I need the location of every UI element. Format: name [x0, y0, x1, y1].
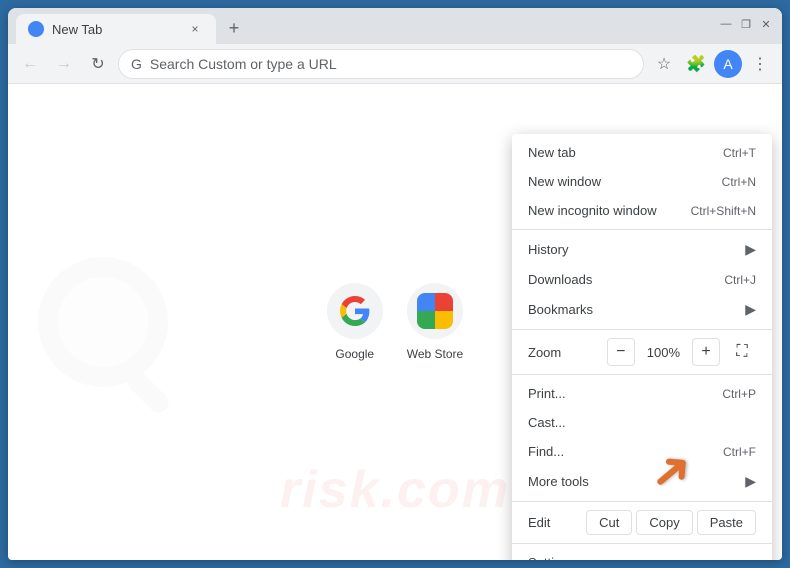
shortcuts-container: Google Web Store — [327, 283, 463, 361]
toolbar-icons: ☆ 🧩 A ⋮ — [650, 50, 774, 78]
zoom-minus-button[interactable]: − — [607, 338, 635, 366]
cut-button[interactable]: Cut — [586, 510, 632, 535]
refresh-button[interactable]: ↻ — [84, 50, 112, 78]
menu-item-find-shortcut: Ctrl+F — [723, 445, 756, 459]
menu-item-new-window-shortcut: Ctrl+N — [722, 175, 756, 189]
menu-button[interactable]: ⋮ — [746, 50, 774, 78]
separator-5 — [512, 543, 772, 544]
extensions-button[interactable]: 🧩 — [682, 50, 710, 78]
webstore-shortcut-icon — [407, 283, 463, 339]
menu-item-downloads-label: Downloads — [528, 272, 708, 287]
separator-1 — [512, 229, 772, 230]
menu-item-print-shortcut: Ctrl+P — [722, 387, 756, 401]
menu-item-print-label: Print... — [528, 386, 706, 401]
menu-item-new-tab[interactable]: New tab Ctrl+T — [512, 138, 772, 167]
separator-4 — [512, 501, 772, 502]
menu-item-settings[interactable]: Settings — [512, 548, 772, 560]
browser-window: New Tab × + — ❐ ✕ ← → ↻ G Search Custom … — [8, 8, 782, 560]
watermark-magnifier — [38, 257, 168, 387]
bookmark-button[interactable]: ☆ — [650, 50, 678, 78]
menu-item-downloads-shortcut: Ctrl+J — [724, 273, 756, 287]
menu-item-incognito-label: New incognito window — [528, 203, 675, 218]
omnibox-text: Search Custom or type a URL — [150, 56, 631, 72]
window-controls: — ❐ ✕ — [718, 16, 774, 32]
watermark-text: risk.com — [280, 460, 510, 520]
separator-3 — [512, 374, 772, 375]
menu-item-new-tab-label: New tab — [528, 145, 707, 160]
tab-title: New Tab — [52, 22, 178, 37]
omnibox[interactable]: G Search Custom or type a URL — [118, 49, 644, 79]
shortcut-google-label: Google — [335, 347, 374, 361]
menu-item-new-tab-shortcut: Ctrl+T — [723, 146, 756, 160]
google-icon: G — [131, 56, 142, 72]
separator-2 — [512, 329, 772, 330]
profile-button[interactable]: A — [714, 50, 742, 78]
menu-item-print[interactable]: Print... Ctrl+P — [512, 379, 772, 408]
menu-item-more-tools[interactable]: More tools ▶ — [512, 466, 772, 497]
shortcut-google[interactable]: Google — [327, 283, 383, 361]
maximize-button[interactable]: ❐ — [738, 16, 754, 32]
close-button[interactable]: ✕ — [758, 16, 774, 32]
menu-item-settings-label: Settings — [528, 555, 756, 560]
browser-tab[interactable]: New Tab × — [16, 14, 216, 44]
history-arrow-icon: ▶ — [745, 241, 756, 258]
zoom-value: 100% — [635, 345, 692, 360]
menu-item-more-tools-label: More tools — [528, 474, 737, 489]
title-bar: New Tab × + — ❐ ✕ — [8, 8, 782, 44]
menu-item-zoom: Zoom − 100% + ⛶ — [512, 334, 772, 370]
page-content: risk.com R Google — [8, 84, 782, 560]
tab-favicon — [28, 21, 44, 37]
menu-item-cast[interactable]: Cast... — [512, 408, 772, 437]
menu-item-incognito[interactable]: New incognito window Ctrl+Shift+N — [512, 196, 772, 225]
minimize-button[interactable]: — — [718, 16, 734, 32]
bookmarks-arrow-icon: ▶ — [745, 301, 756, 318]
more-tools-arrow-icon: ▶ — [745, 473, 756, 490]
menu-item-bookmarks-label: Bookmarks — [528, 302, 737, 317]
menu-item-downloads[interactable]: Downloads Ctrl+J — [512, 265, 772, 294]
menu-item-new-window-label: New window — [528, 174, 706, 189]
edit-label: Edit — [528, 515, 582, 530]
back-button[interactable]: ← — [16, 50, 44, 78]
browser-toolbar: ← → ↻ G Search Custom or type a URL ☆ 🧩 … — [8, 44, 782, 84]
google-shortcut-icon — [327, 283, 383, 339]
forward-button[interactable]: → — [50, 50, 78, 78]
menu-item-edit: Edit Cut Copy Paste — [512, 506, 772, 539]
paste-button[interactable]: Paste — [697, 510, 756, 535]
context-menu: New tab Ctrl+T New window Ctrl+N New inc… — [512, 134, 772, 560]
menu-item-bookmarks[interactable]: Bookmarks ▶ — [512, 294, 772, 325]
new-tab-button[interactable]: + — [220, 14, 248, 42]
tab-close-button[interactable]: × — [186, 20, 204, 38]
menu-item-history[interactable]: History ▶ — [512, 234, 772, 265]
menu-item-history-label: History — [528, 242, 737, 257]
copy-button[interactable]: Copy — [636, 510, 692, 535]
zoom-plus-button[interactable]: + — [692, 338, 720, 366]
menu-item-incognito-shortcut: Ctrl+Shift+N — [691, 204, 756, 218]
fullscreen-icon[interactable]: ⛶ — [728, 338, 756, 366]
menu-item-new-window[interactable]: New window Ctrl+N — [512, 167, 772, 196]
shortcut-webstore-label: Web Store — [407, 347, 463, 361]
menu-item-cast-label: Cast... — [528, 415, 756, 430]
zoom-label: Zoom — [528, 345, 607, 360]
shortcut-webstore[interactable]: Web Store — [407, 283, 463, 361]
